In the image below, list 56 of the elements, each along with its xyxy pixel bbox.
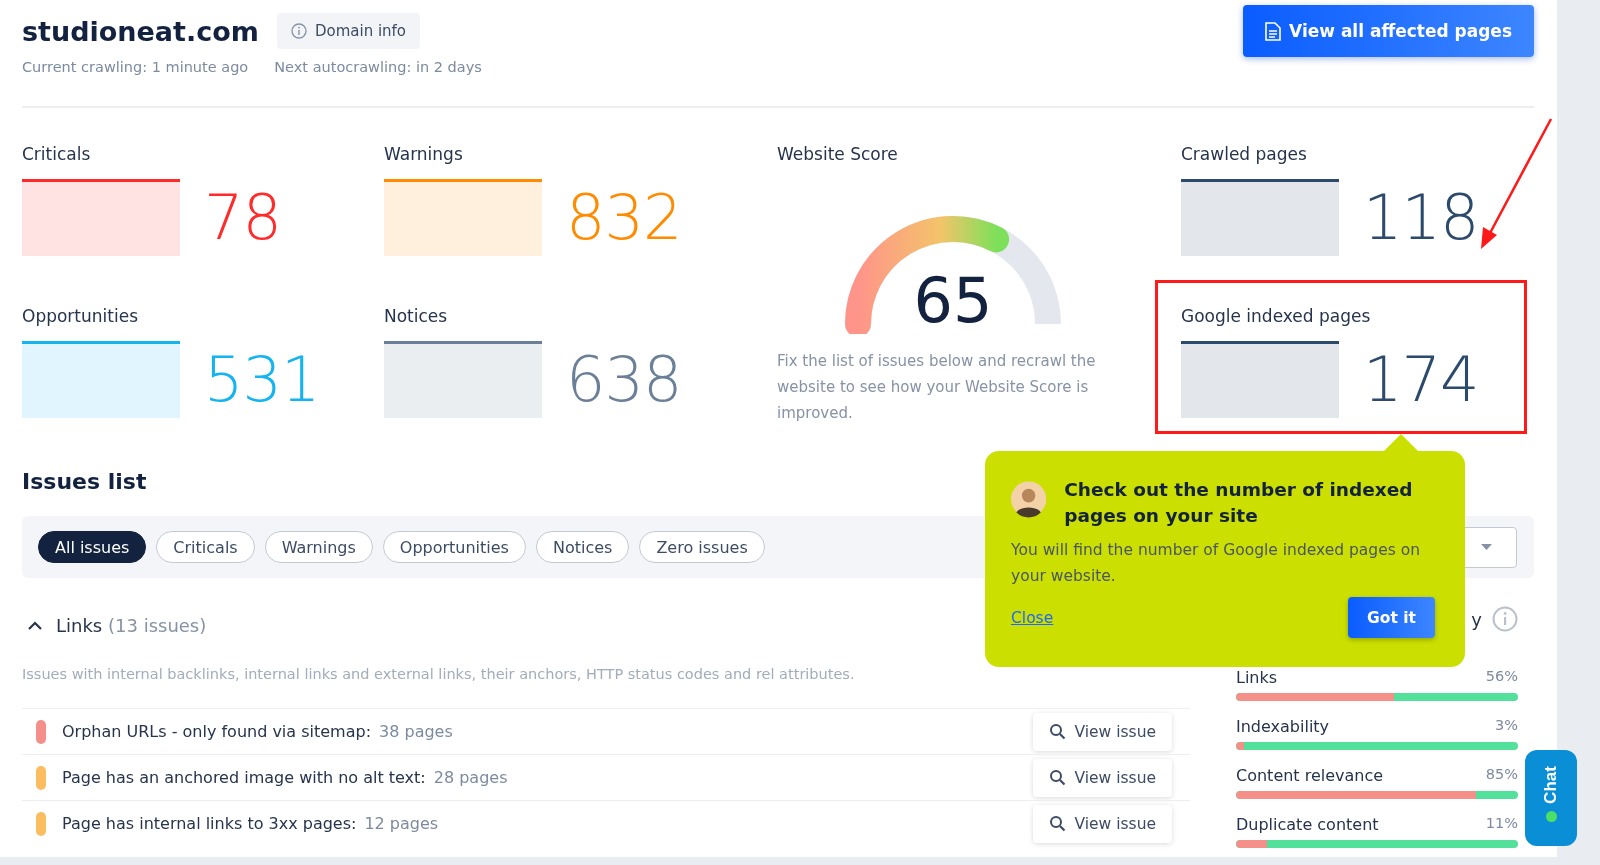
category-name: Duplicate content bbox=[1236, 815, 1379, 834]
view-issue-button[interactable]: View issue bbox=[1033, 712, 1172, 751]
metric-value: 531 bbox=[204, 343, 320, 416]
chat-button[interactable]: Chat bbox=[1525, 750, 1577, 846]
domain-info-button[interactable]: Domain info bbox=[276, 13, 421, 49]
view-issue-button[interactable]: View issue bbox=[1033, 758, 1172, 797]
issue-title: Page has internal links to 3xx pages: 12 pages bbox=[62, 814, 440, 833]
filter-chip[interactable]: All issues bbox=[38, 531, 147, 563]
filter-chip[interactable]: Warnings bbox=[264, 531, 373, 563]
domain-title: studioneat.com bbox=[22, 15, 259, 47]
view-issue-button[interactable]: View issue bbox=[1033, 804, 1172, 843]
metric-label: Criticals bbox=[22, 144, 92, 164]
metric-value: 638 bbox=[566, 343, 682, 416]
issue-title: Orphan URLs - only found via sitemap: 38 pages bbox=[62, 722, 454, 741]
metric-value: 174 bbox=[1363, 343, 1479, 416]
metric-label: Crawled pages bbox=[1181, 144, 1308, 164]
metric-value: 832 bbox=[566, 181, 682, 254]
category-name: Content relevance bbox=[1236, 766, 1384, 785]
category-name: Links bbox=[1236, 668, 1278, 687]
filter-chip[interactable]: Notices bbox=[535, 531, 630, 563]
category-percent: 11% bbox=[1485, 815, 1518, 833]
website-score-title: Website Score bbox=[777, 144, 899, 164]
search-icon bbox=[1049, 723, 1067, 740]
metric-value: 78 bbox=[204, 181, 281, 254]
filter-chip[interactable]: Opportunities bbox=[382, 531, 526, 563]
score-value: 65 bbox=[913, 264, 993, 334]
category-name: Indexability bbox=[1236, 717, 1330, 736]
issue-title: Page has an anchored image with no alt text: 28 pages bbox=[62, 768, 509, 787]
filter-chip[interactable]: Zero issues bbox=[639, 531, 765, 563]
document-icon bbox=[1265, 21, 1282, 41]
search-icon bbox=[1049, 769, 1067, 786]
score-description: Fix the list of issues below and recrawl the website to see how your Website Score is improved. bbox=[777, 351, 1097, 424]
metric-label: Warnings bbox=[384, 144, 464, 164]
category-percent: 56% bbox=[1485, 668, 1518, 686]
search-icon bbox=[1049, 815, 1067, 832]
metric-label: Notices bbox=[384, 306, 449, 326]
tooltip-title: Check out the number of indexed pages on your site bbox=[1064, 478, 1414, 528]
category-percent: 85% bbox=[1485, 766, 1518, 784]
heading-fragment: y bbox=[1471, 608, 1482, 630]
metric-label: Opportunities bbox=[22, 306, 139, 326]
view-affected-pages-button[interactable]: View all affected pages bbox=[1243, 5, 1534, 57]
filter-chip[interactable]: Criticals bbox=[156, 531, 255, 563]
group-name: Links (13 issues) bbox=[56, 615, 207, 636]
info-icon bbox=[1492, 606, 1518, 632]
issues-list-title: Issues list bbox=[22, 469, 147, 494]
metric-label: Google indexed pages bbox=[1181, 306, 1372, 326]
metric-value: 118 bbox=[1363, 181, 1479, 254]
chevron-icon bbox=[28, 621, 42, 630]
group-description: Issues with internal backlinks, internal links and external links, their anchors, HTTP status codes and rel attributes. bbox=[22, 666, 856, 682]
got-it-button[interactable]: Got it bbox=[1348, 597, 1435, 638]
info-icon bbox=[290, 23, 307, 39]
current-crawling: Current crawling: 1 minute ago bbox=[22, 59, 249, 75]
next-autocrawling: Next autocrawling: in 2 days bbox=[274, 59, 482, 75]
category-percent: 3% bbox=[1495, 717, 1518, 735]
tooltip-text: You will find the number of Google indexed pages on your website. bbox=[1011, 540, 1421, 587]
caret-icon bbox=[1481, 544, 1492, 550]
